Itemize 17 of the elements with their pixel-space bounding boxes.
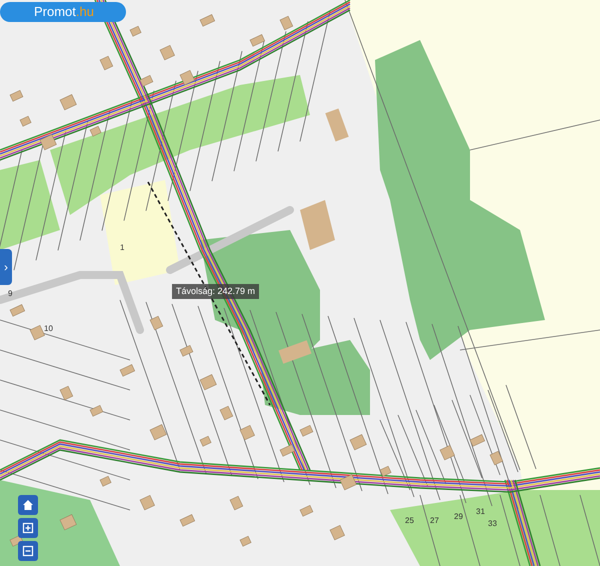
- home-button[interactable]: [18, 495, 38, 515]
- lot-number: 29: [454, 513, 463, 521]
- lot-number: 27: [430, 517, 439, 525]
- zoom-out-button[interactable]: [18, 541, 38, 561]
- sidebar-toggle[interactable]: ›: [0, 249, 12, 285]
- plus-icon: [22, 522, 34, 534]
- zoom-in-button[interactable]: [18, 518, 38, 538]
- lot-number: 31: [476, 508, 485, 516]
- lot-number: 9: [8, 290, 12, 298]
- lot-number: 1: [120, 244, 124, 252]
- lot-number: 25: [405, 517, 414, 525]
- lot-number: 10: [44, 325, 53, 333]
- distance-tooltip: Távolság: 242.79 m: [172, 284, 260, 299]
- home-icon: [22, 499, 34, 511]
- lot-number: 33: [488, 520, 497, 528]
- logo: Promot.hu: [0, 2, 126, 22]
- minus-icon: [22, 545, 34, 557]
